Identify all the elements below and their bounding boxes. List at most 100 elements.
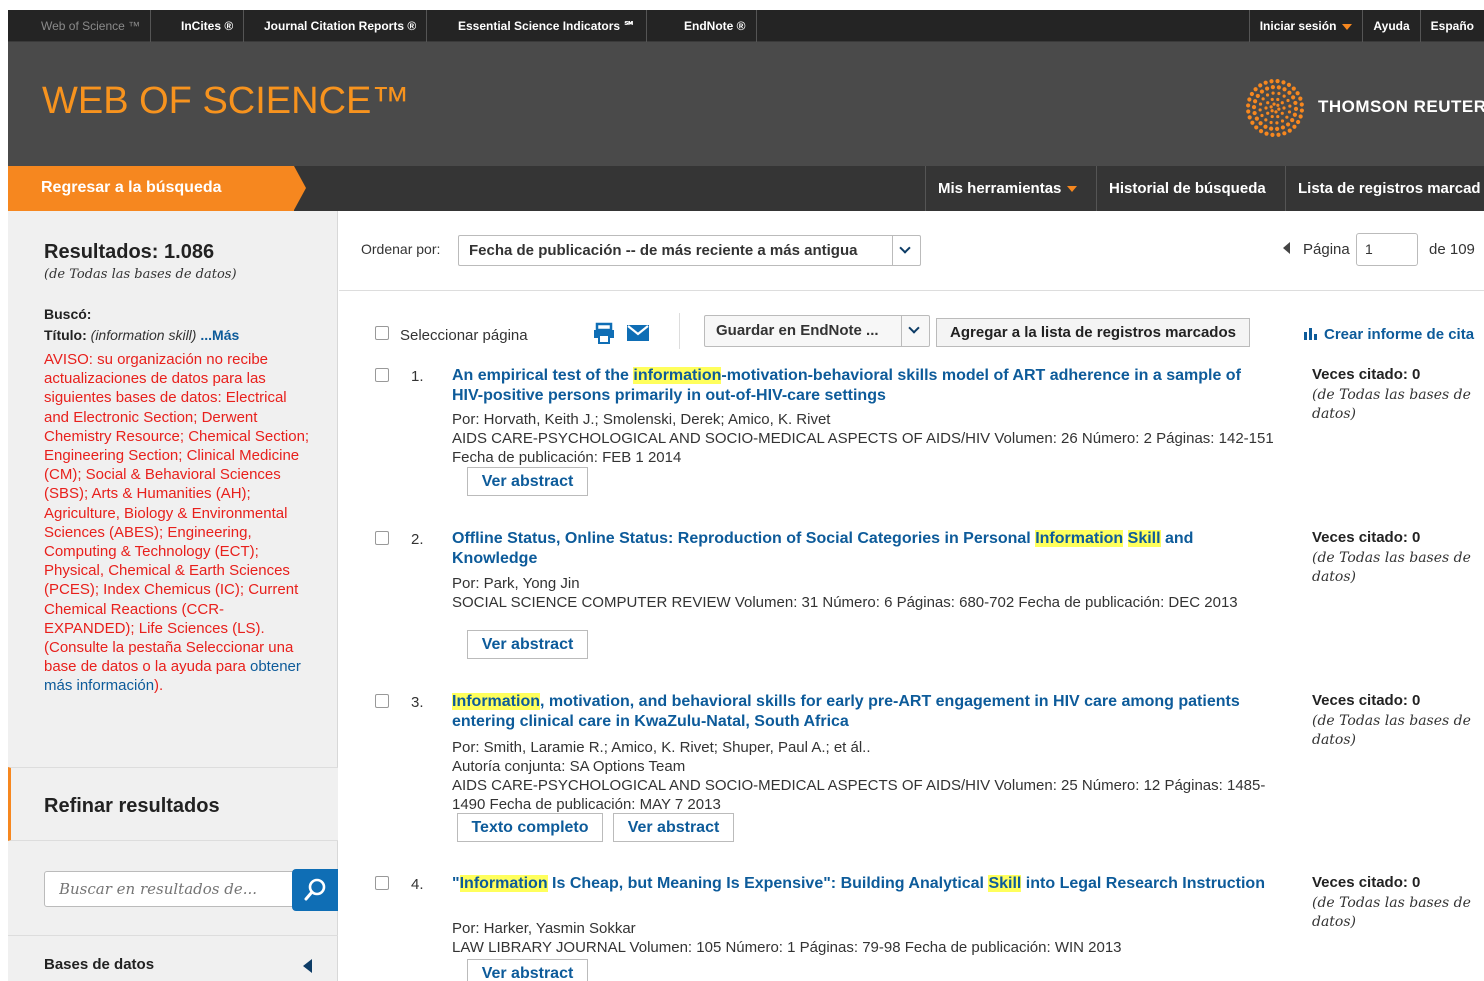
sort-bar: Ordenar por: Fecha de publicación -- de … [339, 211, 1484, 291]
page-label: Página [1303, 241, 1350, 258]
citation-report-link[interactable]: Crear informe de cita [1304, 326, 1474, 343]
title-highlight: information [633, 367, 722, 384]
select-page-label: Seleccionar página [400, 327, 528, 344]
record-source: SOCIAL SCIENCE COMPUTER REVIEW Volumen: … [452, 594, 1238, 611]
email-icon[interactable] [627, 325, 649, 341]
marked-list-link[interactable]: Lista de registros marcad [1285, 166, 1484, 211]
sidebar: Resultados: 1.086 (de Todas las bases de… [8, 211, 338, 981]
record-checkbox[interactable] [375, 368, 389, 382]
databases-facet[interactable]: Bases de datos [44, 956, 154, 973]
searched-label: Buscó: [44, 306, 92, 322]
logo-dot [1271, 91, 1275, 95]
chevron-down-icon [908, 322, 920, 334]
logo-dot [1288, 104, 1292, 108]
view-abstract-button[interactable]: Ver abstract [613, 813, 734, 842]
query-text: (information skill) [90, 327, 197, 343]
logo-dot [1298, 96, 1303, 101]
logo-dot [1277, 91, 1281, 96]
logo-dot [1275, 121, 1279, 125]
topnav-web-of-science[interactable]: Web of Science ™ [8, 10, 152, 42]
top-product-bar: Web of Science ™ InCites ® Journal Citat… [8, 10, 1484, 42]
dropdown-toggle[interactable] [901, 316, 929, 346]
logo-dot [1270, 109, 1274, 113]
add-to-marked-list-button[interactable]: Agregar a la lista de registros marcados [936, 318, 1250, 347]
title-highlight: Skill [1127, 530, 1161, 547]
record-authors: Por: Harker, Yasmin Sokkar [452, 920, 636, 937]
logo-dot [1280, 101, 1284, 105]
dropdown-toggle[interactable] [892, 236, 920, 265]
times-cited: Veces citado: 0 [1312, 529, 1421, 546]
logo-dot [1276, 85, 1281, 90]
title-text: " [452, 875, 460, 892]
logo-dot [1269, 126, 1274, 131]
logo-dot [1258, 121, 1263, 126]
logo-dot [1258, 129, 1264, 134]
logo-dot [1269, 120, 1273, 125]
save-endnote-select[interactable]: Guardar en EndNote ... [704, 315, 930, 347]
logo-dot [1261, 97, 1265, 101]
title-highlight: Skill [988, 875, 1022, 892]
page-total: de 109 [1429, 241, 1475, 258]
record-checkbox[interactable] [375, 531, 389, 545]
record-source: AIDS CARE-PSYCHOLOGICAL AND SOCIO-MEDICA… [452, 430, 1274, 467]
logo-dot [1263, 80, 1268, 85]
view-abstract-button[interactable]: Ver abstract [467, 630, 588, 659]
record-checkbox[interactable] [375, 876, 389, 890]
title-text: Is Cheap, but Meaning Is Expensive": Bui… [547, 875, 989, 892]
record-title[interactable]: Information, motivation, and behavioral … [452, 692, 1272, 731]
previous-page-icon[interactable] [1283, 242, 1290, 254]
help-link[interactable]: Ayuda [1362, 10, 1419, 42]
sub-navigation: Regresar a la búsqueda Mis herramientas … [8, 166, 1484, 211]
topnav-jcr[interactable]: Journal Citation Reports ® [254, 10, 428, 42]
record-checkbox[interactable] [375, 694, 389, 708]
logo-dot [1250, 120, 1255, 125]
view-abstract-button[interactable]: Ver abstract [467, 467, 588, 496]
record-title[interactable]: "Information Is Cheap, but Meaning Is Ex… [452, 874, 1272, 894]
record-coauthor: Autoría conjunta: SA Options Team [452, 758, 686, 775]
logo-dot [1269, 79, 1274, 84]
logo-dot [1291, 95, 1296, 100]
topnav-incites[interactable]: InCites ® [171, 10, 245, 42]
back-to-search-button[interactable]: Regresar a la búsqueda [8, 166, 306, 211]
record-source: LAW LIBRARY JOURNAL Volumen: 105 Número:… [452, 939, 1122, 956]
search-within-input[interactable] [45, 872, 285, 906]
topnav-endnote[interactable]: EndNote ® [674, 10, 757, 42]
title-text: An empirical test of the [452, 367, 634, 384]
login-menu[interactable]: Iniciar sesión [1248, 10, 1363, 42]
wos-logo-text[interactable]: WEB OF SCIENCE™ [42, 80, 409, 123]
record-authors: Por: Horvath, Keith J.; Smolenski, Derek… [452, 411, 831, 428]
record-title[interactable]: Offline Status, Online Status: Reproduct… [452, 529, 1272, 568]
full-text-button[interactable]: Texto completo [457, 813, 603, 842]
print-icon[interactable] [593, 322, 615, 344]
logo-dot [1285, 122, 1291, 127]
my-tools-menu[interactable]: Mis herramientas [925, 166, 1089, 211]
collapse-arrow-icon[interactable] [303, 959, 312, 973]
times-cited-database: (de Todas las bases de datos) [1312, 550, 1471, 585]
logo-dot [1253, 87, 1258, 92]
topnav-esi[interactable]: Essential Science Indicators ℠ [448, 10, 647, 42]
logo-dot [1253, 99, 1258, 104]
times-cited-database: (de Todas las bases de datos) [1312, 387, 1471, 422]
page-number-input[interactable]: 1 [1356, 233, 1418, 266]
view-abstract-button[interactable]: Ver abstract [467, 959, 588, 981]
record-title[interactable]: An empirical test of the information-mot… [452, 366, 1272, 405]
search-history-link[interactable]: Historial de búsqueda [1096, 166, 1278, 211]
logo-dot [1252, 110, 1257, 116]
logo-dot [1265, 93, 1270, 97]
search-within-button[interactable] [292, 869, 338, 911]
times-cited-database: (de Todas las bases de datos) [1312, 895, 1471, 930]
logo-dot [1293, 100, 1298, 106]
logo-dot [1296, 119, 1301, 125]
search-icon [304, 878, 326, 901]
language-link[interactable]: Españo [1419, 10, 1484, 42]
result-record: 4. "Information Is Cheap, but Meaning Is… [339, 874, 1484, 981]
logo-dot [1280, 119, 1285, 123]
logo-dot [1274, 110, 1278, 114]
results-panel: Ordenar por: Fecha de publicación -- de … [339, 211, 1484, 981]
more-link[interactable]: ...Más [200, 327, 239, 343]
logo-dot [1266, 101, 1270, 105]
logo-dot [1246, 103, 1251, 108]
select-page-checkbox[interactable] [375, 326, 389, 340]
logo-dot [1246, 109, 1251, 114]
sort-select[interactable]: Fecha de publicación -- de más reciente … [458, 235, 921, 266]
